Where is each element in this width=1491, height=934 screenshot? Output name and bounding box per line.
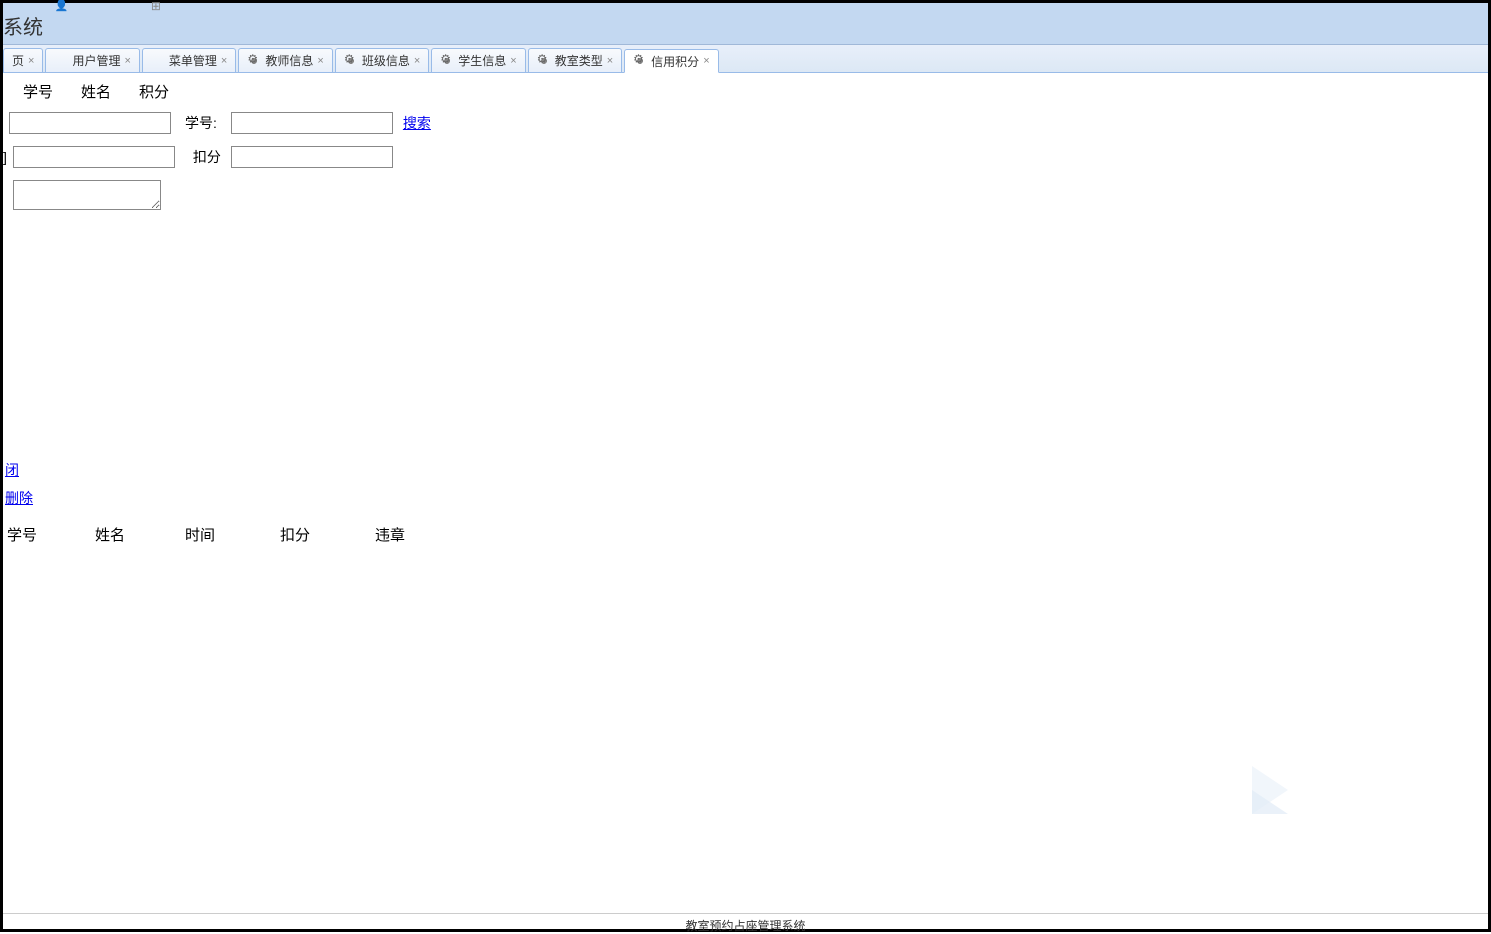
tab-label: 页 [12,52,24,69]
tab-label: 教师信息 [265,52,313,69]
delete-link[interactable]: 删除 [5,488,33,508]
tab-home[interactable]: 页 × [3,48,43,72]
tab-credit-score[interactable]: 信用积分 × [624,49,718,73]
user-icon [54,54,68,68]
search-button[interactable]: 搜索 [403,113,431,133]
th-deduct: 扣分 [280,524,375,545]
main-content: 学号 姓名 积分 学号: 搜索 ] 扣分 闭 删除 学号 姓名 [3,73,1488,913]
col-name: 姓名 [81,81,111,102]
footer-text: 教室预约占座管理系统 [685,919,805,933]
tab-student-info[interactable]: 学生信息 × [431,48,525,72]
close-link[interactable]: 闭 [5,460,19,480]
tab-menu-management[interactable]: 菜单管理 × [142,48,236,72]
gear-icon [344,54,358,68]
deduct-label: 扣分 [193,147,221,167]
remark-row [5,174,1486,216]
spacer [5,216,1486,456]
table-headers: 学号 姓名 时间 扣分 违章 [5,520,1486,549]
watermark-logo [1228,750,1308,833]
tab-label: 用户管理 [72,52,120,69]
close-icon[interactable]: × [221,55,227,67]
app-header: 系统 [3,3,1488,45]
gear-icon [537,54,551,68]
tab-label: 学生信息 [458,52,506,69]
th-name: 姓名 [95,524,185,545]
tab-label: 信用积分 [651,53,699,70]
col-student-id: 学号 [23,81,53,102]
gear-icon [633,54,647,68]
student-id-input[interactable] [231,112,393,134]
close-icon[interactable]: × [607,55,613,67]
gear-icon [440,54,454,68]
field-1-input[interactable] [9,112,171,134]
close-icon[interactable]: × [703,55,709,67]
tab-classroom-type[interactable]: 教室类型 × [528,48,622,72]
tab-bar: 页 × 用户管理 × 菜单管理 × 教师信息 × 班级信息 × 学生信息 × [3,45,1488,73]
close-icon[interactable]: × [414,55,420,67]
menu-icon [151,54,165,68]
close-icon[interactable]: × [510,55,516,67]
app-title: 系统 [3,17,43,39]
close-icon[interactable]: × [28,55,34,67]
gear-icon [247,54,261,68]
close-icon[interactable]: × [124,55,130,67]
tab-label: 教室类型 [555,52,603,69]
tab-user-management[interactable]: 用户管理 × [45,48,139,72]
deduct-input[interactable] [231,146,393,168]
tab-label: 菜单管理 [169,52,217,69]
remark-textarea[interactable] [13,180,161,210]
tab-teacher-info[interactable]: 教师信息 × [238,48,332,72]
footer: 教室预约占座管理系统 [3,913,1488,929]
deduct-row: ] 扣分 [5,140,1486,174]
top-column-headers: 学号 姓名 积分 [5,77,1486,106]
th-violation: 违章 [375,524,455,545]
search-row: 学号: 搜索 [5,106,1486,140]
close-icon[interactable]: × [317,55,323,67]
tab-label: 班级信息 [362,52,410,69]
th-student-id: 学号 [5,524,95,545]
action-links: 闭 删除 [5,456,1486,520]
tab-class-info[interactable]: 班级信息 × [335,48,429,72]
student-id-label: 学号: [185,113,217,133]
th-time: 时间 [185,524,280,545]
col-score: 积分 [139,81,169,102]
row2-label1: ] [3,149,7,165]
time-input[interactable] [13,146,175,168]
